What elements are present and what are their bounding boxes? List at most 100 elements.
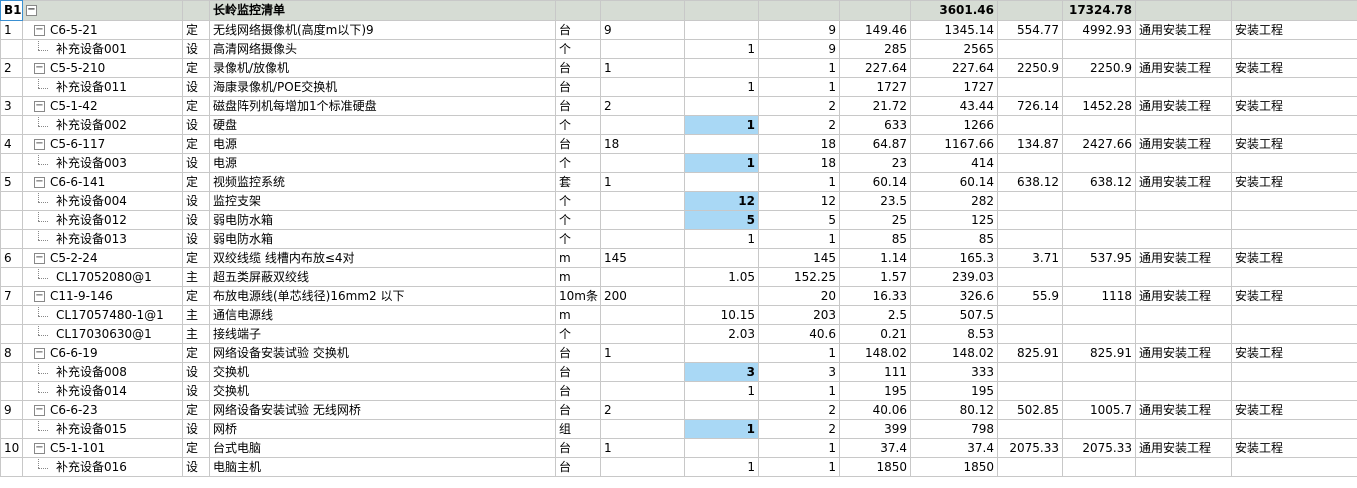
content-coefficient[interactable]: 1 bbox=[684, 77, 759, 97]
row-number[interactable] bbox=[0, 191, 23, 211]
unit-price[interactable]: 1.57 bbox=[839, 267, 911, 287]
item-quantity[interactable]: 1 bbox=[600, 172, 685, 192]
specialty[interactable] bbox=[1135, 229, 1232, 249]
item-unit[interactable]: 个 bbox=[555, 191, 601, 211]
item-code[interactable]: − C5-6-117 bbox=[22, 134, 183, 154]
project-type[interactable] bbox=[1231, 191, 1357, 211]
unit-price[interactable]: 2.5 bbox=[839, 305, 911, 325]
extra-value-2[interactable]: 4992.93 bbox=[1062, 20, 1136, 40]
item-category[interactable]: 设 bbox=[182, 153, 210, 173]
item-quantity[interactable]: 2 bbox=[600, 96, 685, 116]
work-quantity[interactable]: 2 bbox=[758, 400, 840, 420]
specialty[interactable]: 通用安装工程 bbox=[1135, 96, 1232, 116]
project-type[interactable]: 安装工程 bbox=[1231, 58, 1357, 78]
specialty[interactable] bbox=[1135, 191, 1232, 211]
item-code[interactable]: − C6-6-23 bbox=[22, 400, 183, 420]
item-name[interactable]: 布放电源线(单芯线径)16mm2 以下 bbox=[209, 286, 556, 306]
project-type[interactable] bbox=[1231, 305, 1357, 325]
content-coefficient[interactable]: 5 bbox=[684, 210, 759, 230]
item-unit[interactable]: 个 bbox=[555, 153, 601, 173]
item-code[interactable]: CL17052080@1 bbox=[22, 267, 183, 287]
item-category[interactable]: 主 bbox=[182, 267, 210, 287]
specialty[interactable] bbox=[1135, 419, 1232, 439]
table-row[interactable]: 补充设备016 设电脑主机台 1 1 1850 1850 bbox=[0, 457, 1357, 477]
work-quantity[interactable]: 1 bbox=[758, 343, 840, 363]
item-name[interactable]: 电脑主机 bbox=[209, 457, 556, 477]
extra-value-1[interactable]: 134.87 bbox=[997, 134, 1063, 154]
item-unit[interactable]: 台 bbox=[555, 457, 601, 477]
item-name[interactable]: 台式电脑 bbox=[209, 438, 556, 458]
project-type[interactable] bbox=[1231, 419, 1357, 439]
item-unit[interactable]: 个 bbox=[555, 39, 601, 59]
item-name[interactable]: 无线网络摄像机(高度m以下)9 bbox=[209, 20, 556, 40]
extra-value-2[interactable] bbox=[1062, 39, 1136, 59]
item-unit[interactable]: 台 bbox=[555, 362, 601, 382]
unit-price[interactable]: 111 bbox=[839, 362, 911, 382]
item-unit[interactable]: 个 bbox=[555, 115, 601, 135]
item-name[interactable]: 磁盘阵列机每增加1个标准硬盘 bbox=[209, 96, 556, 116]
specialty[interactable]: 通用安装工程 bbox=[1135, 438, 1232, 458]
unit-price[interactable]: 0.21 bbox=[839, 324, 911, 344]
work-quantity[interactable]: 18 bbox=[758, 153, 840, 173]
extra-value-2[interactable] bbox=[1062, 419, 1136, 439]
item-code[interactable]: 补充设备015 bbox=[22, 419, 183, 439]
amount[interactable]: 125 bbox=[910, 210, 998, 230]
specialty[interactable]: 通用安装工程 bbox=[1135, 172, 1232, 192]
unit-price[interactable]: 1.14 bbox=[839, 248, 911, 268]
table-row[interactable]: CL17030630@1 主接线端子个 2.03 40.6 0.21 8.53 bbox=[0, 324, 1357, 344]
item-name[interactable]: 双绞线缆 线槽内布放≤4对 bbox=[209, 248, 556, 268]
specialty[interactable] bbox=[1135, 381, 1232, 401]
amount[interactable]: 282 bbox=[910, 191, 998, 211]
item-name[interactable]: 电源 bbox=[209, 134, 556, 154]
table-row[interactable]: 3− C5-1-42 定磁盘阵列机每增加1个标准硬盘台 2 2 21.72 43.44 726… bbox=[0, 96, 1357, 116]
item-unit[interactable]: 台 bbox=[555, 438, 601, 458]
item-code[interactable]: CL17030630@1 bbox=[22, 324, 183, 344]
item-category[interactable]: 设 bbox=[182, 381, 210, 401]
extra-value-1[interactable] bbox=[997, 39, 1063, 59]
unit-price[interactable]: 60.14 bbox=[839, 172, 911, 192]
item-category[interactable]: 主 bbox=[182, 305, 210, 325]
content-coefficient[interactable] bbox=[684, 172, 759, 192]
project-type[interactable] bbox=[1231, 267, 1357, 287]
item-code[interactable]: 补充设备003 bbox=[22, 153, 183, 173]
extra-value-1[interactable]: 2250.9 bbox=[997, 58, 1063, 78]
project-type[interactable]: 安装工程 bbox=[1231, 343, 1357, 363]
item-quantity[interactable] bbox=[600, 305, 685, 325]
amount[interactable]: 60.14 bbox=[910, 172, 998, 192]
extra-value-1[interactable] bbox=[997, 267, 1063, 287]
specialty[interactable] bbox=[1135, 267, 1232, 287]
item-category[interactable]: 定 bbox=[182, 172, 210, 192]
unit-price[interactable]: 195 bbox=[839, 381, 911, 401]
item-code[interactable]: 补充设备016 bbox=[22, 457, 183, 477]
item-quantity[interactable] bbox=[600, 267, 685, 287]
amount[interactable]: 414 bbox=[910, 153, 998, 173]
item-category[interactable]: 设 bbox=[182, 77, 210, 97]
amount[interactable]: 1727 bbox=[910, 77, 998, 97]
extra-value-2[interactable]: 2075.33 bbox=[1062, 438, 1136, 458]
item-quantity[interactable] bbox=[600, 77, 685, 97]
item-quantity[interactable]: 1 bbox=[600, 438, 685, 458]
project-type[interactable] bbox=[1231, 324, 1357, 344]
extra-value-2[interactable] bbox=[1062, 115, 1136, 135]
extra-value-1[interactable]: 638.12 bbox=[997, 172, 1063, 192]
row-number[interactable]: 2 bbox=[0, 58, 23, 78]
content-coefficient[interactable]: 1.05 bbox=[684, 267, 759, 287]
unit-price[interactable]: 64.87 bbox=[839, 134, 911, 154]
amount[interactable]: 1850 bbox=[910, 457, 998, 477]
row-number[interactable] bbox=[0, 153, 23, 173]
item-unit[interactable]: m bbox=[555, 305, 601, 325]
item-name[interactable]: 监控支架 bbox=[209, 191, 556, 211]
item-code[interactable]: − C5-1-42 bbox=[22, 96, 183, 116]
table-row[interactable]: CL17057480-1@1 主通信电源线 m 10.15 203 2.5 507.5 bbox=[0, 305, 1357, 325]
extra-value-1[interactable] bbox=[997, 229, 1063, 249]
work-quantity[interactable]: 203 bbox=[758, 305, 840, 325]
item-quantity[interactable] bbox=[600, 229, 685, 249]
work-quantity[interactable]: 1 bbox=[758, 172, 840, 192]
item-quantity[interactable] bbox=[600, 419, 685, 439]
item-quantity[interactable] bbox=[600, 362, 685, 382]
work-quantity[interactable]: 1 bbox=[758, 229, 840, 249]
extra-value-1[interactable]: 55.9 bbox=[997, 286, 1063, 306]
item-unit[interactable]: 台 bbox=[555, 77, 601, 97]
amount[interactable]: 80.12 bbox=[910, 400, 998, 420]
table-row[interactable]: 补充设备015 设网桥组 1 2 399 798 bbox=[0, 419, 1357, 439]
